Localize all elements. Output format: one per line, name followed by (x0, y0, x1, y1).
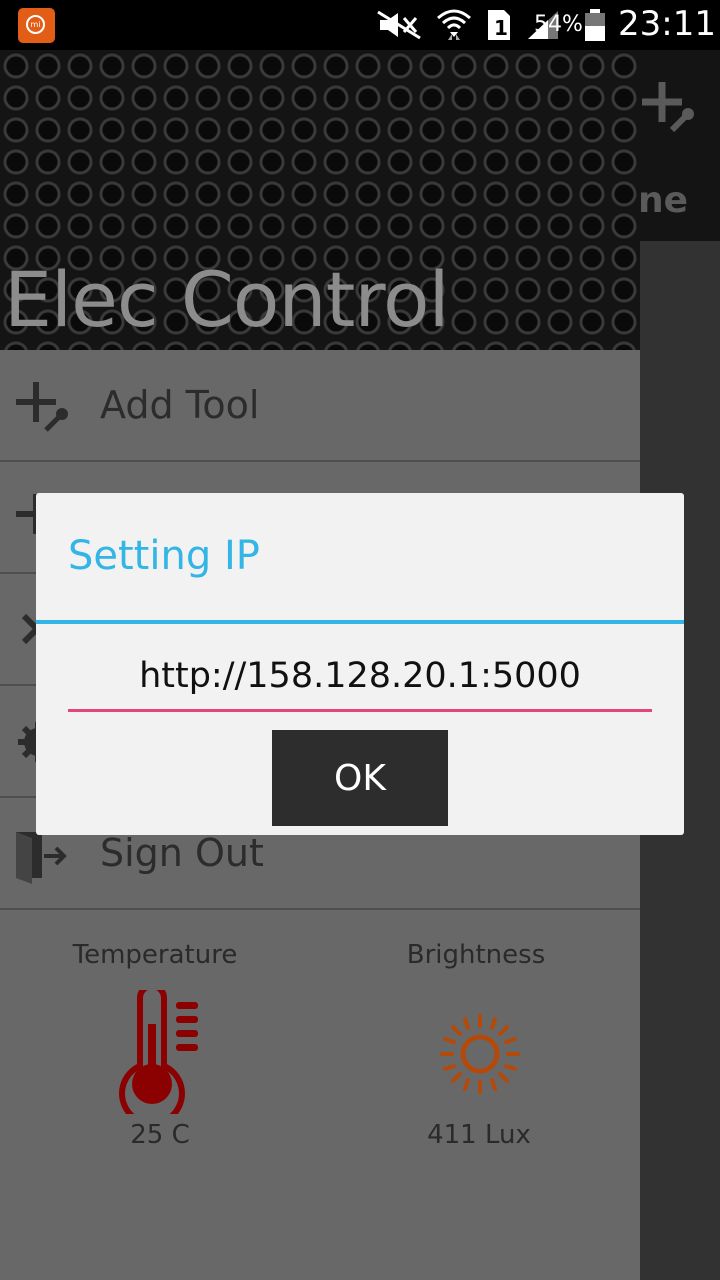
setting-ip-dialog: Setting IP OK (36, 493, 684, 835)
svg-text:1: 1 (494, 16, 508, 40)
app-tab-partial: ne (638, 180, 689, 221)
ok-button[interactable]: OK (272, 730, 448, 826)
status-bar: mi 1 54% 23:11 (0, 0, 720, 50)
menu-item-add-tool[interactable]: Add Tool (0, 350, 640, 462)
brightness-value: 411 Lux (427, 1120, 531, 1150)
battery-icon (585, 9, 605, 41)
temperature-value: 25 C (130, 1120, 190, 1150)
sign-out-icon (16, 832, 67, 884)
ip-input[interactable] (68, 643, 652, 712)
sensor-panel: Temperature 25 C Brightness 411 Lux (0, 916, 640, 1280)
thermometer-icon (119, 990, 198, 1114)
add-tool-icon[interactable] (640, 80, 696, 136)
sim-icon: 1 (488, 10, 510, 40)
sun-icon (440, 1014, 520, 1094)
clock: 23:11 (618, 4, 716, 44)
drawer-header: Elec Control (0, 50, 640, 350)
add-tool-icon (16, 382, 68, 432)
dialog-divider (36, 620, 684, 624)
mi-app-icon: mi (18, 8, 55, 43)
battery-percent: 54% (534, 12, 583, 37)
menu-item-label: Sign Out (100, 831, 264, 875)
brightness-label: Brightness (406, 940, 546, 970)
temperature-label: Temperature (72, 940, 238, 970)
menu-item-label: Add Tool (100, 383, 260, 427)
mute-icon (377, 10, 421, 40)
drawer-title: Elec Control (4, 255, 450, 344)
dialog-title: Setting IP (68, 533, 260, 579)
status-icons: 1 (376, 8, 560, 42)
wifi-icon (437, 9, 471, 40)
